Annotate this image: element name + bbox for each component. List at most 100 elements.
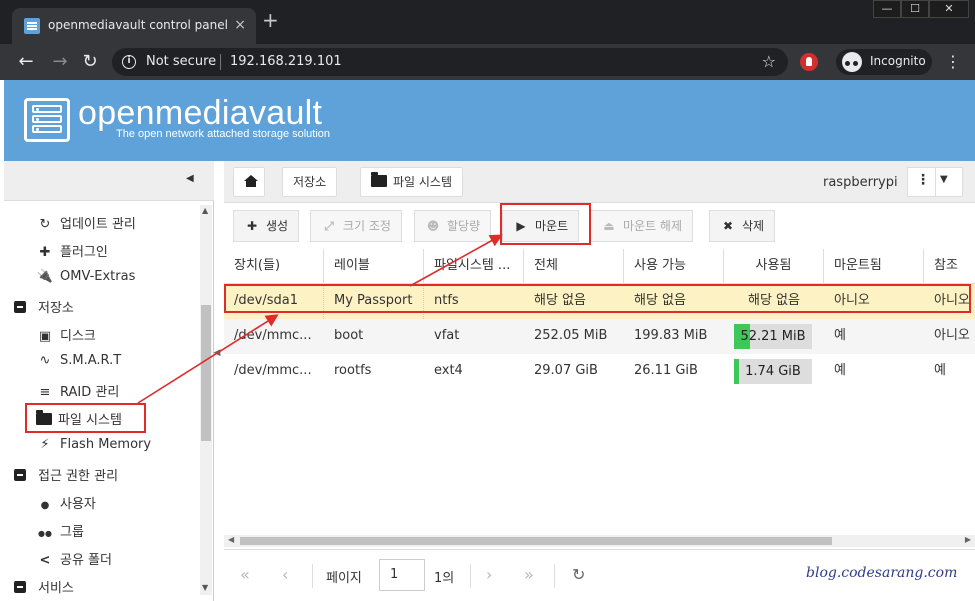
pagination-bar: « ‹ 페이지 1 1의 › » ↻ blog.codesarang.com [224,549,975,601]
sidebar-group-storage[interactable]: 저장소 [14,297,74,323]
collapse-minus-icon[interactable] [14,301,26,313]
minimize-button[interactable]: — [873,0,901,18]
sidebar-item-label: RAID 관리 [60,385,120,400]
app-header: openmediavault The open network attached… [4,80,975,161]
next-page-icon[interactable]: › [486,565,492,584]
delete-label: 삭제 [742,219,765,233]
previous-page-icon[interactable]: ‹ [282,565,288,584]
user-menu[interactable]: ⋮ ▼ [907,167,963,197]
chevron-down-icon[interactable]: ▼ [940,174,948,185]
expand-icon: ⤢ [324,219,334,233]
window-close-button[interactable]: ✕ [929,0,969,18]
column-header-total[interactable]: 전체 [524,249,624,284]
url-text[interactable]: 192.168.219.101 [230,54,342,69]
pager-divider [470,564,471,588]
hostname: raspberrypi [823,175,898,190]
cell-used: 52.21 MiB [724,319,824,354]
sidebar-group-services[interactable]: 서비스 [14,577,74,601]
incognito-badge[interactable]: Incognito [836,49,932,75]
tab-close-icon[interactable]: × [234,17,246,33]
new-tab-button[interactable]: + [262,10,279,30]
cell-referenced: 아니오 [934,328,970,343]
page-label: 페이지 [326,571,362,586]
pager-divider [312,564,313,588]
users-icon: ☻ [426,219,440,233]
table-header: 장치(들) 레이블 파일시스템 ... 전체 사용 가능 사용됨 마운트됨 참조 [224,249,975,284]
table-row[interactable]: /dev/mmc... boot vfat 252.05 MiB 199.83 … [224,319,975,354]
column-header-devices[interactable]: 장치(들) [224,249,324,284]
cell-used: 1.74 GiB [724,354,824,389]
first-page-icon[interactable]: « [240,565,250,584]
folder-icon [371,172,387,187]
cell-mounted: 예 [834,363,846,378]
sidebar-group-label: 서비스 [38,581,74,596]
breadcrumb: 저장소 파일 시스템 raspberrypi ⋮ ▼ [224,161,975,203]
forward-button[interactable]: → [48,50,72,74]
sidebar-item-label: 플러그인 [60,245,108,260]
refresh-icon[interactable]: ↻ [572,565,585,584]
info-icon[interactable]: i [122,55,136,69]
share-icon: < [39,553,51,568]
column-header-available[interactable]: 사용 가능 [624,249,724,284]
sidebar-item-smart[interactable]: ∿ S.M.A.R.T [36,353,122,379]
reload-button[interactable]: ↻ [78,50,102,74]
sidebar-collapse-icon[interactable]: ◀ [186,173,194,184]
column-header-filesystem[interactable]: 파일시스템 ... [424,249,524,284]
sidebar-item-shared-folders[interactable]: < 공유 폴더 [36,549,112,575]
sidebar-item-disks[interactable]: ▣ 디스크 [36,325,96,351]
sidebar-item-omv-extras[interactable]: 🔌 OMV-Extras [36,269,135,295]
table-horizontal-scrollbar[interactable]: ◀ ▶ [224,535,975,547]
close-icon: ✖ [722,219,734,233]
usage-bar-text: 52.21 MiB [740,329,806,344]
breadcrumb-storage[interactable]: 저장소 [282,167,338,197]
sidebar-item-plugins[interactable]: ✚ 플러그인 [36,241,108,267]
sidebar-group-access-rights[interactable]: 접근 권한 관리 [14,465,118,491]
last-page-icon[interactable]: » [524,565,534,584]
maximize-button[interactable]: ☐ [901,0,929,18]
sidebar-scrollbar[interactable]: ▲ ▼ [200,205,212,595]
resize-label: 크기 조정 [343,219,391,233]
delete-button[interactable]: ✖ 삭제 [709,210,776,242]
scroll-down-icon[interactable]: ▼ [202,583,208,592]
back-button[interactable]: ← [14,50,38,74]
incognito-label: Incognito [870,54,926,68]
browser-tab[interactable]: openmediavault control panel - r × [12,8,256,44]
quota-button[interactable]: ☻ 할당량 [414,210,492,242]
column-header-label[interactable]: 레이블 [324,249,424,284]
column-header-used[interactable]: 사용됨 [724,249,824,284]
sidebar-scroll-thumb[interactable] [201,305,211,441]
collapse-minus-icon[interactable] [14,469,26,481]
scroll-right-icon[interactable]: ▶ [965,535,971,544]
extension-icon[interactable] [800,53,818,71]
column-header-referenced[interactable]: 참조 [924,249,975,284]
scroll-left-icon[interactable]: ◀ [228,535,234,544]
table-scroll-thumb[interactable] [240,537,832,545]
more-vertical-icon[interactable]: ⋮ [916,172,930,188]
sidebar-item-users[interactable]: ● 사용자 [36,493,96,519]
table-row[interactable]: /dev/mmc... rootfs ext4 29.07 GiB 26.11 … [224,354,975,389]
breadcrumb-filesystems[interactable]: 파일 시스템 [360,167,464,197]
sidebar-header: ◀ [4,161,214,201]
address-bar[interactable]: i Not secure 192.168.219.101 ☆ [112,48,788,76]
collapse-minus-icon[interactable] [14,581,26,593]
plug-icon: 🔌 [36,269,54,284]
sidebar-item-flash-memory[interactable]: ⚡ Flash Memory [36,437,151,463]
bookmark-star-icon[interactable]: ☆ [762,52,776,71]
sidebar-group-label: 저장소 [38,301,74,316]
sidebar-item-label: 사용자 [60,497,96,512]
sidebar-item-groups[interactable]: ●● 그룹 [36,521,84,547]
scroll-up-icon[interactable]: ▲ [202,206,208,215]
page-number-input[interactable]: 1 [379,559,425,591]
sidebar-item-update-management[interactable]: ↻ 업데이트 관리 [36,213,136,239]
column-header-mounted[interactable]: 마운트됨 [824,249,924,284]
create-button[interactable]: ✚ 생성 [233,210,300,242]
resize-button[interactable]: ⤢ 크기 조정 [310,210,402,242]
breadcrumb-home[interactable] [233,167,265,197]
cell-filesystem: ext4 [434,363,463,378]
cell-referenced: 예 [934,363,946,378]
cell-device: /dev/mmc... [234,328,312,343]
browser-menu-icon[interactable]: ⋮ [945,52,961,72]
unmount-button[interactable]: ⏏ 마운트 해제 [590,210,694,242]
panel-collapse-icon[interactable]: ◀ [211,340,223,366]
refresh-icon: ↻ [39,217,51,232]
